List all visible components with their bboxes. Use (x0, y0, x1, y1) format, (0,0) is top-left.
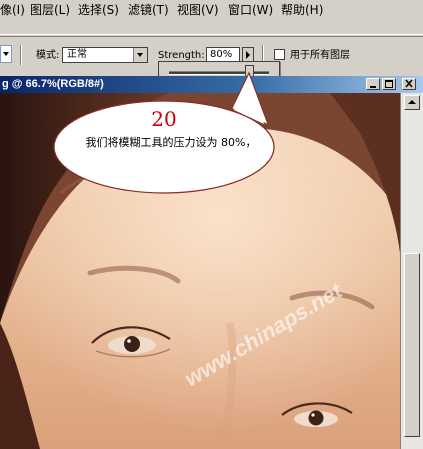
vertical-scrollbar[interactable] (400, 93, 423, 449)
sample-all-layers-checkbox[interactable] (274, 49, 285, 60)
menu-filter[interactable]: 滤镜(T) (128, 2, 169, 18)
callout-text: 我们将模糊工具的压力设为 80%， (85, 136, 257, 149)
mode-label: 模式: (36, 50, 60, 61)
menu-bar: 像(I) 图层(L) 选择(S) 滤镜(T) 视图(V) 窗口(W) 帮助(H) (0, 0, 423, 35)
strength-value: 80% (210, 49, 233, 60)
menu-layer[interactable]: 图层(L) (30, 2, 70, 18)
separator (20, 45, 22, 65)
close-icon (405, 79, 413, 88)
menu-help[interactable]: 帮助(H) (281, 2, 323, 18)
menu-view[interactable]: 视图(V) (177, 2, 219, 18)
sample-all-layers-label: 用于所有图层 (290, 50, 350, 61)
menu-image[interactable]: 像(I) (0, 2, 25, 18)
maximize-button[interactable] (382, 78, 396, 90)
document-title-bar: g @ 66.7%(RGB/8#) (0, 76, 423, 93)
menu-window[interactable]: 窗口(W) (228, 2, 273, 18)
scroll-up-button[interactable] (404, 95, 420, 110)
strength-slider-track[interactable] (169, 71, 269, 75)
step-number: 20 (151, 107, 177, 131)
maximize-icon (385, 80, 393, 88)
tool-preset-dropdown[interactable] (0, 45, 12, 63)
document-title: g @ 66.7%(RGB/8#) (2, 78, 104, 90)
mode-value: 正常 (67, 49, 87, 60)
mode-select[interactable]: 正常 (62, 47, 148, 63)
menu-select[interactable]: 选择(S) (78, 2, 119, 18)
chevron-down-icon (133, 48, 147, 62)
minimize-icon (370, 86, 376, 88)
minimize-button[interactable] (366, 78, 380, 90)
scroll-thumb[interactable] (404, 253, 420, 437)
close-button[interactable] (402, 78, 416, 90)
